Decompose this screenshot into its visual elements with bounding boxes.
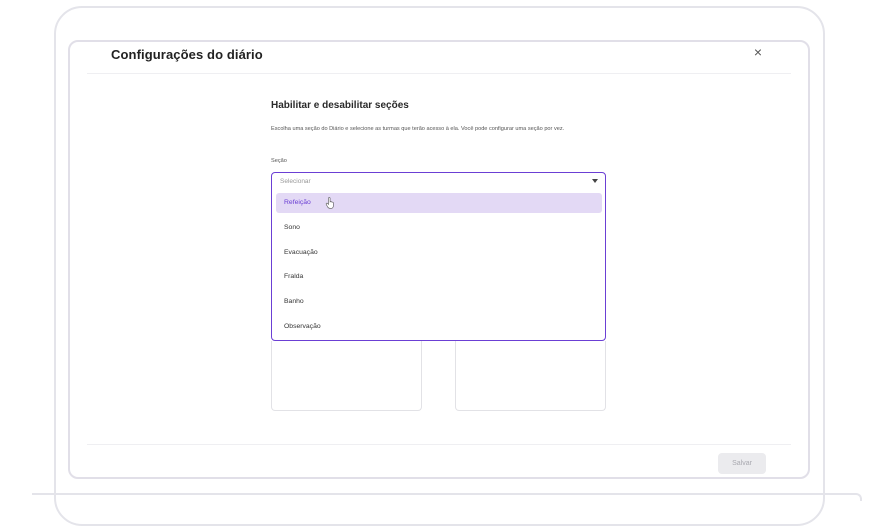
settings-modal: Configurações do diário × Habilitar e de… <box>68 40 810 479</box>
option-label: Sono <box>284 224 300 231</box>
footer-divider <box>87 444 791 445</box>
classes-list-left <box>271 341 422 411</box>
device-base <box>32 493 862 501</box>
modal-title: Configurações do diário <box>111 47 263 62</box>
header-divider <box>87 73 791 74</box>
option-label: Refeição <box>284 199 311 206</box>
option-sono[interactable]: Sono <box>276 218 602 238</box>
option-banho[interactable]: Banho <box>276 292 602 312</box>
section-title: Habilitar e desabilitar seções <box>271 100 409 111</box>
option-fralda[interactable]: Fralda <box>276 267 602 287</box>
select-trigger[interactable]: Selecionar <box>272 173 605 191</box>
caret-down-icon <box>592 179 598 183</box>
option-label: Evacuação <box>284 249 318 256</box>
hand-pointer-icon <box>325 197 334 209</box>
option-label: Fralda <box>284 273 304 280</box>
classes-list-right <box>455 341 606 411</box>
section-description: Escolha uma seção do Diário e selecione … <box>271 126 565 132</box>
option-refeicao[interactable]: Refeição <box>276 193 602 213</box>
option-evacuacao[interactable]: Evacuação <box>276 243 602 263</box>
option-label: Banho <box>284 298 304 305</box>
option-observacao[interactable]: Observação <box>276 317 602 337</box>
section-field-label: Seção <box>271 158 287 164</box>
select-placeholder: Selecionar <box>280 178 311 185</box>
save-button[interactable]: Salvar <box>718 453 766 474</box>
section-select[interactable]: Selecionar Refeição Sono Evacuação Frald… <box>271 172 606 341</box>
option-label: Observação <box>284 323 321 330</box>
close-icon[interactable]: × <box>751 45 765 59</box>
